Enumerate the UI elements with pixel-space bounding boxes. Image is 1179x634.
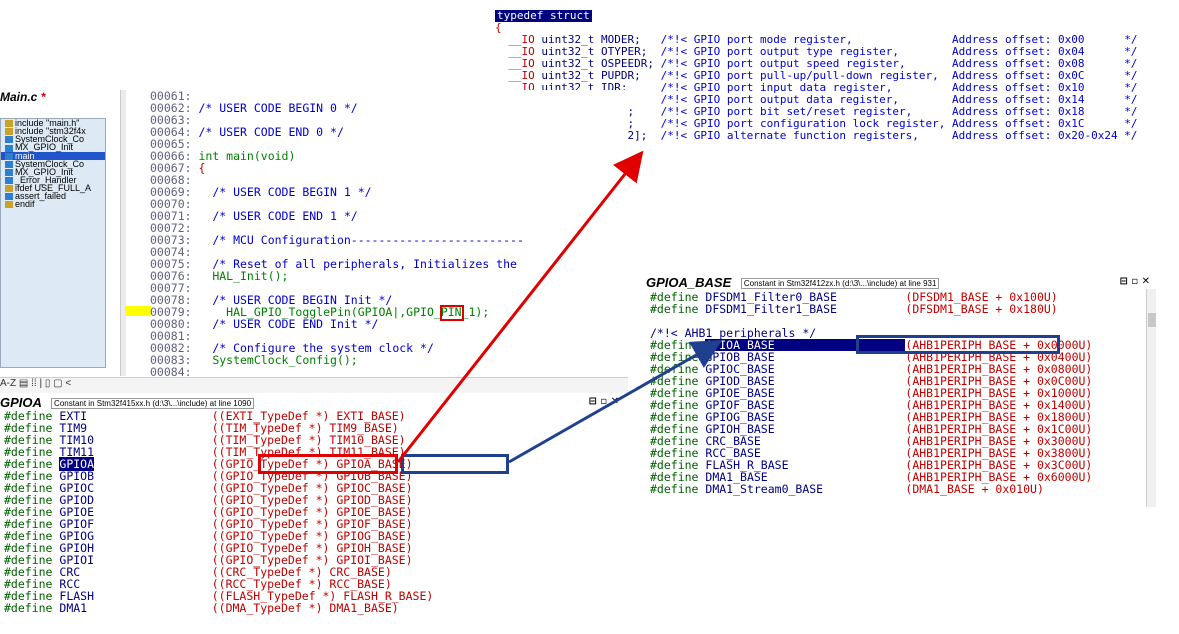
code-line: 00083: SystemClock_Config(); [150, 354, 628, 366]
define-value: (DMA1_BASE + 0x010U) [905, 482, 1044, 496]
editor-toolbar[interactable]: A-Z ▤ ⁞⁞ | ▯ ▢ < [0, 377, 628, 393]
line-text: /* USER CODE END 0 */ [191, 125, 344, 139]
function-icon [5, 136, 13, 144]
define-value: ((DMA_TypeDef *) DMA1_BASE) [211, 601, 399, 615]
include-icon [5, 120, 13, 128]
gpioa-definition-panel: GPIOA Constant in Stm32f415xx.h (d:\3\..… [0, 395, 625, 634]
outline-item[interactable]: endif [1, 199, 105, 210]
define-row: #define DMA1_Stream0_BASE (DMA1_BASE + 0x… [650, 483, 1092, 495]
code-area[interactable]: 00061: 00062: /* USER CODE BEGIN 0 */0006… [150, 90, 628, 378]
code-line: 00071: /* USER CODE END 1 */ [150, 210, 628, 222]
line-text: /* USER CODE BEGIN 1 */ [191, 185, 372, 199]
function-icon [5, 152, 13, 160]
code-line: 00067: { [150, 162, 628, 174]
main-c-editor: Main.c * include "main.h" include "stm32f… [0, 90, 628, 393]
define-row: #define DMA1 ((DMA_TypeDef *) DMA1_BASE) [4, 602, 433, 614]
modified-mark: * [40, 90, 46, 104]
base-panel-title-bar: GPIOA_BASE Constant in Stm32f412zx.h (d:… [646, 275, 1156, 290]
current-line-marker [125, 306, 151, 316]
function-icon [5, 177, 13, 184]
file-name-label: Main.c [0, 90, 38, 104]
red-highlight-box-code-gpioa [440, 305, 464, 321]
define-name: DMA1_Stream0_BASE [705, 482, 824, 496]
line-text: /* MCU Configuration--------------------… [191, 233, 524, 247]
function-icon [5, 160, 13, 168]
gpioa-define-list: #define EXTI ((EXTI_TypeDef *) EXTI_BASE… [4, 410, 433, 614]
define-row: #define DFSDM1_Filter1_BASE (DFSDM1_BASE … [650, 303, 1092, 315]
line-text: HAL_Init(); [191, 269, 289, 283]
outline-item-label: endif [15, 199, 35, 210]
file-tab-main-c[interactable]: Main.c * [0, 90, 45, 104]
code-line: 00080: /* USER CODE END Init */ [150, 318, 628, 330]
code-line: 00069: /* USER CODE BEGIN 1 */ [150, 186, 628, 198]
base-panel-scrollbar[interactable] [1146, 289, 1156, 507]
base-panel-window-controls[interactable]: ⊟ ▫ ✕ [1120, 276, 1151, 287]
include-icon [5, 185, 13, 193]
define-keyword: #define [650, 302, 699, 316]
gpioa-panel-window-controls[interactable]: ⊟ ▫ ✕ [589, 396, 620, 407]
include-icon [5, 128, 13, 136]
base-panel-title: GPIOA_BASE [646, 275, 732, 290]
define-value: (DFSDM1_BASE + 0x180U) [905, 302, 1058, 316]
code-line: 00073: /* MCU Configuration-------------… [150, 234, 628, 246]
line-text: /* USER CODE BEGIN 0 */ [191, 101, 358, 115]
struct-header: typedef struct [495, 9, 592, 22]
editor-toolbar-icons[interactable]: A-Z ▤ ⁞⁞ | ▯ ▢ < [0, 378, 71, 389]
include-icon [5, 201, 13, 209]
function-icon [5, 168, 13, 176]
member-comment: /*!< GPIO alternate function registers, [660, 129, 952, 142]
define-keyword: #define [4, 601, 53, 615]
line-text: /* USER CODE END Init */ [191, 317, 379, 331]
line-text: /* USER CODE END 1 */ [191, 209, 358, 223]
symbol-outline: include "main.h" include "stm32f4x SystemC… [0, 118, 106, 368]
define-name: DFSDM1_Filter1_BASE [705, 302, 837, 316]
blue-highlight-box-ahb1 [856, 335, 1060, 354]
gpioa-panel-info: Constant in Stm32f415xx.h (d:\3\...\incl… [51, 398, 255, 410]
gpioa-panel-title: GPIOA [0, 395, 42, 410]
define-name: DMA1 [59, 601, 95, 615]
code-line: 00066: int main(void) [150, 150, 628, 162]
gpioa-panel-title-bar: GPIOA Constant in Stm32f415xx.h (d:\3\..… [0, 395, 625, 410]
base-define-list: #define DFSDM1_Filter0_BASE (DFSDM1_BASE … [650, 291, 1092, 495]
code-line: 00064: /* USER CODE END 0 */ [150, 126, 628, 138]
code-line: 00062: /* USER CODE BEGIN 0 */ [150, 102, 628, 114]
gpioa-base-definition-panel: GPIOA_BASE Constant in Stm32f412zx.h (d:… [646, 275, 1156, 510]
line-text: SystemClock_Config(); [191, 353, 358, 367]
gutter-separator [120, 90, 126, 376]
member-offset: Address offset: 0x20-0x24 */ [952, 129, 1138, 142]
red-highlight-box-typedef [258, 454, 398, 474]
scrollbar-thumb[interactable] [1148, 313, 1156, 327]
define-keyword: #define [650, 482, 699, 496]
line-text: int main(void) [191, 149, 296, 163]
blue-highlight-box-gpioa-base [401, 454, 509, 474]
line-text: { [191, 161, 206, 175]
code-line: 00076: HAL_Init(); [150, 270, 628, 282]
function-icon [5, 193, 13, 201]
function-icon [5, 144, 13, 152]
member-pad [647, 129, 660, 142]
base-panel-info: Constant in Stm32f412zx.h (d:\3\...\incl… [740, 278, 940, 290]
